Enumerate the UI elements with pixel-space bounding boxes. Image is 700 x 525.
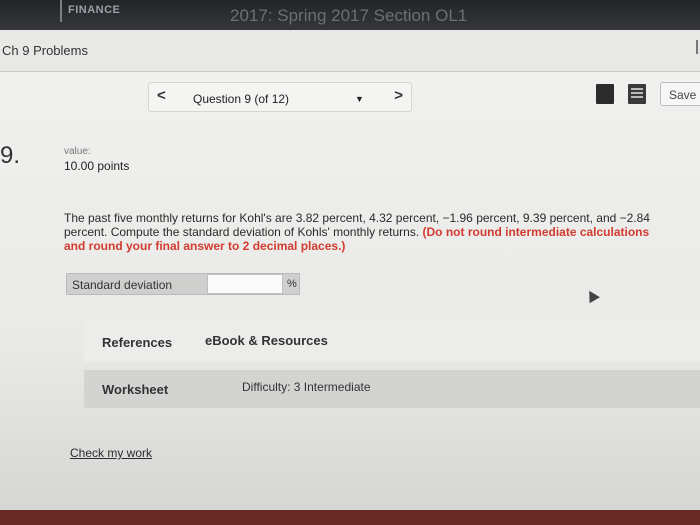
footer-bar xyxy=(0,510,700,525)
answer-label: Standard deviation xyxy=(72,278,173,292)
print-icon[interactable] xyxy=(628,84,646,104)
assignment-header: Ch 9 Problems xyxy=(0,30,700,72)
save-button[interactable]: Save xyxy=(660,82,700,106)
difficulty-label: Difficulty: 3 Intermediate xyxy=(242,380,371,394)
question-number: 9. xyxy=(0,142,21,169)
value-label: value: xyxy=(64,146,91,157)
check-my-work-link[interactable]: Check my work xyxy=(70,446,152,460)
previous-question-button[interactable]: < xyxy=(157,87,166,104)
references-tab[interactable]: References xyxy=(102,335,172,350)
answer-row: Standard deviation % xyxy=(66,273,300,295)
chevron-down-icon[interactable]: ▼ xyxy=(355,94,364,104)
worksheet-tab[interactable]: Worksheet xyxy=(102,382,168,397)
brand-logo: FINANCE xyxy=(60,0,128,22)
question-text: The past five monthly returns for Kohl's… xyxy=(64,211,664,253)
percent-unit: % xyxy=(287,278,297,290)
brand-label: FINANCE xyxy=(68,4,121,16)
assignment-title: Ch 9 Problems xyxy=(2,43,88,58)
course-title: 2017: Spring 2017 Section OL1 xyxy=(230,6,468,25)
question-navigator[interactable]: < Question 9 (of 12) ▼ > xyxy=(148,82,412,112)
worksheet-bar: Worksheet Difficulty: 3 Intermediate xyxy=(84,370,700,408)
question-selector-label[interactable]: Question 9 (of 12) xyxy=(193,92,289,106)
references-bar: References eBook & Resources xyxy=(84,322,700,362)
next-question-button[interactable]: > xyxy=(394,87,403,104)
points-value: 10.00 points xyxy=(64,159,130,173)
book-icon[interactable] xyxy=(596,84,614,104)
standard-deviation-input[interactable] xyxy=(207,274,283,294)
top-bar: FINANCE 2017: Spring 2017 Section OL1 xyxy=(0,0,700,30)
header-divider xyxy=(696,40,698,54)
ebook-resources-tab[interactable]: eBook & Resources xyxy=(205,333,328,348)
